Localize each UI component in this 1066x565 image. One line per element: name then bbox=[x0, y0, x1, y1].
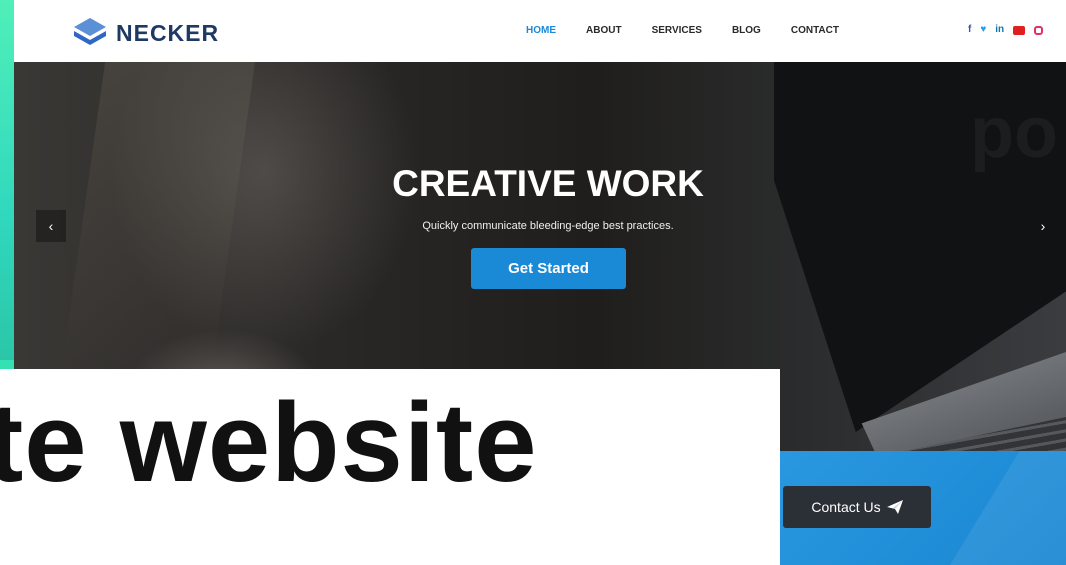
brand-name: NECKER bbox=[116, 19, 220, 46]
facebook-icon[interactable]: f bbox=[968, 24, 971, 36]
social-links: f ♥ in bbox=[968, 24, 1044, 36]
nav-link-services[interactable]: SERVICES bbox=[652, 25, 702, 36]
nav-link-blog[interactable]: BLOG bbox=[732, 25, 761, 36]
contact-us-button[interactable]: Contact Us bbox=[783, 486, 931, 528]
main-nav: HOME ABOUT SERVICES BLOG CONTACT bbox=[526, 25, 869, 36]
paper-plane-icon bbox=[886, 500, 903, 514]
chevron-logo-icon bbox=[74, 18, 106, 45]
nav-link-contact[interactable]: CONTACT bbox=[791, 25, 839, 36]
slider-next-arrow[interactable]: › bbox=[1028, 210, 1058, 242]
nav-link-home[interactable]: HOME bbox=[526, 25, 556, 36]
laptop-screen-text: po bbox=[970, 93, 1058, 173]
contact-us-label: Contact Us bbox=[811, 499, 881, 515]
twitter-icon[interactable]: ♥ bbox=[980, 24, 986, 36]
hero-subtitle: Quickly communicate bleeding-edge best p… bbox=[422, 220, 674, 232]
brand-logo[interactable]: NECKER bbox=[72, 16, 219, 50]
screenshot-frame: po NECKER HOME ABOUT SERVICES BLOG CONTA… bbox=[0, 0, 1066, 565]
nav-link-about[interactable]: ABOUT bbox=[586, 25, 622, 36]
slider-prev-arrow[interactable]: ‹ bbox=[36, 210, 66, 242]
overlay-caption-text: te website bbox=[0, 380, 538, 505]
overlay-caption-card: te website bbox=[0, 369, 780, 565]
youtube-icon[interactable] bbox=[1013, 25, 1026, 35]
background-mint-strip bbox=[0, 0, 14, 360]
get-started-button[interactable]: Get Started bbox=[471, 248, 626, 289]
hero-title: CREATIVE WORK bbox=[392, 163, 704, 204]
linkedin-icon[interactable]: in bbox=[995, 24, 1004, 36]
navbar: NECKER HOME ABOUT SERVICES BLOG CONTACT … bbox=[14, 0, 1066, 62]
instagram-icon[interactable] bbox=[1034, 25, 1044, 35]
